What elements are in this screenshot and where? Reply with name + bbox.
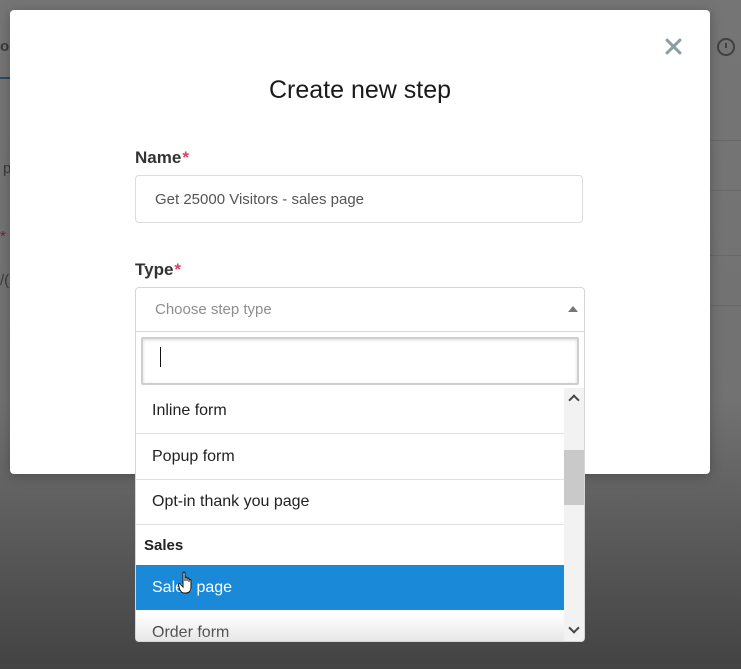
- text-caret: [160, 347, 161, 367]
- select-group-sales: Sales: [144, 536, 184, 554]
- scroll-up-icon[interactable]: [568, 392, 580, 404]
- scrollbar-thumb[interactable]: [564, 450, 584, 505]
- type-label: Type*: [135, 260, 181, 280]
- select-search-wrap: [136, 332, 584, 388]
- scroll-down-icon[interactable]: [568, 624, 580, 636]
- modal-title: Create new step: [268, 76, 452, 104]
- type-label-text: Type: [135, 260, 174, 279]
- step-type-select: Choose step type Inline form Popup form …: [135, 287, 585, 642]
- select-options-list: Inline form Popup form Opt-in thank you …: [136, 388, 564, 641]
- required-mark: *: [182, 148, 189, 167]
- select-option-optin-thank-you[interactable]: Opt-in thank you page: [136, 480, 564, 525]
- name-label-text: Name: [135, 148, 182, 167]
- required-mark: *: [174, 260, 182, 279]
- select-search-input[interactable]: [141, 337, 579, 385]
- close-icon[interactable]: [660, 34, 686, 60]
- select-option-order-form[interactable]: Order form: [136, 610, 564, 641]
- hand-pointer-icon: [178, 571, 192, 594]
- caret-up-icon: [568, 306, 578, 312]
- name-label: Name*: [135, 148, 189, 168]
- select-option-inline-form[interactable]: Inline form: [136, 388, 564, 434]
- name-input[interactable]: [135, 175, 583, 223]
- select-placeholder: Choose step type: [155, 301, 272, 318]
- select-option-sales-page[interactable]: Sales page: [136, 565, 564, 610]
- options-scrollbar[interactable]: [564, 388, 584, 641]
- select-option-popup-form[interactable]: Popup form: [136, 434, 564, 480]
- step-type-select-toggle[interactable]: Choose step type: [136, 288, 584, 332]
